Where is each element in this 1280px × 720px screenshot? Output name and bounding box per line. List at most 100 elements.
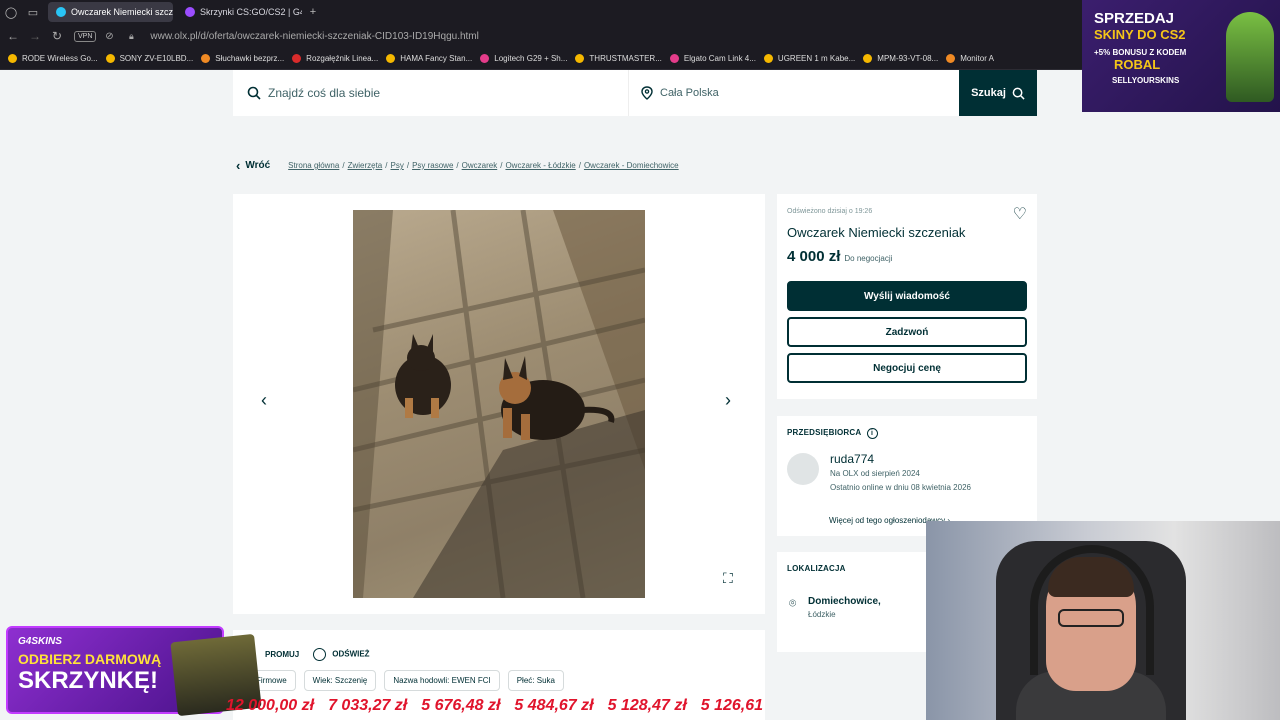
call-button[interactable]: Zadzwoń — [787, 317, 1027, 347]
bookmark-favicon-icon — [575, 54, 585, 63]
send-message-button[interactable]: Wyślij wiadomość — [787, 281, 1027, 311]
url-field[interactable]: www.olx.pl/d/oferta/owczarek-niemiecki-s… — [150, 31, 478, 42]
bookmark-item[interactable]: MPM-93-VT-08... — [863, 54, 938, 63]
refresh-icon — [313, 648, 327, 661]
puppy-left — [395, 334, 451, 418]
bookmark-item[interactable]: HAMA Fancy Stan... — [386, 54, 472, 63]
tab-label: Skrzynki CS:GO/CS2 | G4 — [200, 7, 302, 17]
bookmark-favicon-icon — [386, 54, 396, 63]
breadcrumb-item[interactable]: Strona główna — [288, 161, 339, 170]
bookmark-item[interactable]: SONY ZV-E10LBD... — [105, 54, 193, 63]
param-tag: Wiek: Szczenię — [303, 670, 377, 691]
ticker-item: 5 126,61 — [700, 697, 764, 714]
headset-icon — [1030, 545, 1154, 675]
breadcrumb-item[interactable]: Owczarek - Łódzkie — [505, 161, 575, 170]
tab-g4skins[interactable]: Skrzynki CS:GO/CS2 | G4 — [177, 2, 302, 22]
promo-actions: PROMUJ ODŚWIEŻ — [265, 648, 370, 661]
sidebar-toggle-icon[interactable]: ▭ — [22, 2, 44, 22]
bookmark-favicon-icon — [946, 54, 956, 63]
search-icon — [247, 86, 261, 100]
negotiate-price-button[interactable]: Negocjuj cenę — [787, 353, 1027, 383]
vpn-badge[interactable]: VPN — [74, 30, 97, 42]
new-tab-button[interactable]: + — [302, 2, 324, 22]
g4skins-ad-overlay: G4SKINS ODBIERZ DARMOWĄ SKRZYNKĘ! — [6, 626, 262, 717]
location-region: Łódzkie — [808, 610, 836, 619]
ticker-item: 7 033,27 zł — [328, 697, 408, 714]
location-city: Domiechowice, — [808, 596, 881, 607]
bookmark-favicon-icon — [8, 54, 17, 63]
search-input[interactable]: Znajdź coś dla siebie — [233, 70, 629, 116]
bookmark-item[interactable]: UGREEN 1 m Kabe... — [763, 54, 855, 63]
ticker-item: 5 676,48 zł — [421, 697, 501, 714]
bookmark-favicon-icon — [763, 54, 773, 63]
breadcrumb-item[interactable]: Psy — [390, 161, 403, 170]
back-icon[interactable]: ← — [4, 29, 22, 43]
g4skins-favicon-icon — [185, 7, 195, 17]
lock-icon: 🔒︎ — [129, 30, 134, 41]
browser-logo-icon[interactable]: ◯ — [0, 2, 22, 22]
ticker-item: 5 484,67 zł — [514, 697, 594, 714]
puppies-photo — [353, 210, 645, 598]
refreshed-timestamp: Odświeżono dzisiaj o 19:26 — [787, 208, 873, 215]
search-icon — [1012, 87, 1025, 100]
param-tag: Płeć: Suka — [507, 670, 564, 691]
bookmark-item[interactable]: Monitor A — [946, 54, 994, 63]
breadcrumb-item[interactable]: Owczarek — [462, 161, 498, 170]
chevron-left-icon: ‹ — [236, 158, 241, 173]
bookmark-favicon-icon — [292, 54, 302, 63]
promote-button[interactable]: PROMUJ — [265, 650, 299, 659]
breadcrumb: ‹ Wróć Strona główna / Zwierzęta / Psy / Ps… — [236, 158, 679, 173]
bookmark-favicon-icon — [105, 54, 115, 63]
bookmark-item[interactable]: RODE Wireless Go... — [8, 54, 98, 63]
bookmark-favicon-icon — [480, 54, 490, 63]
favorite-heart-icon[interactable]: ♡ — [1013, 204, 1027, 224]
listing-price: 4 000 zł Do negocjacji — [787, 248, 1027, 265]
gallery-next-button[interactable]: › — [725, 390, 731, 411]
breadcrumb-item[interactable]: Psy rasowe — [412, 161, 453, 170]
fullscreen-icon[interactable]: ⛶ — [723, 570, 733, 587]
bookmark-item[interactable]: Słuchawki bezprz... — [201, 54, 284, 63]
olx-favicon-icon — [56, 7, 66, 17]
photo-gallery: ‹ › ⛶ — [233, 194, 765, 614]
bookmark-item[interactable]: Rozgałęźnik Linea... — [292, 54, 378, 63]
refresh-button[interactable]: ODŚWIEŻ — [313, 648, 370, 661]
search-bar: Znajdź coś dla siebie Cała Polska Szukaj — [233, 70, 1037, 116]
breadcrumb-item[interactable]: Owczarek - Domiechowice — [584, 161, 679, 170]
negotiable-label: Do negocjacji — [844, 254, 893, 263]
listing-photo[interactable] — [353, 210, 645, 598]
seller-last-online: Ostatnio online w dniu 08 kwietnia 2026 — [830, 483, 971, 492]
location-pin-icon: ⌾ — [789, 596, 797, 610]
avatar — [787, 453, 819, 485]
listing-title: Owczarek Niemiecki szczeniak — [787, 225, 966, 240]
seller-type-heading: PRZEDSIĘBIORCA i — [787, 428, 1027, 439]
location-input[interactable]: Cała Polska — [629, 70, 959, 116]
bookmark-item[interactable]: Logitech G29 + Sh... — [480, 54, 567, 63]
price-ticker-overlay: 12 000,00 zł 7 033,27 zł 5 676,48 zł 5 4… — [226, 692, 926, 720]
price-value: 4 000 zł — [787, 248, 841, 265]
reload-icon[interactable]: ↻ — [48, 29, 66, 43]
sellyourskins-ad-overlay: SPRZEDAJ SKINY DO CS2 +5% BONUSU Z KODEM… — [1082, 0, 1280, 112]
breadcrumb-item[interactable]: Zwierzęta — [348, 161, 383, 170]
info-icon[interactable]: i — [866, 428, 878, 439]
tab-olx[interactable]: Owczarek Niemiecki szcz — [48, 2, 173, 22]
tracking-shield-icon[interactable]: ⊘ — [100, 31, 118, 42]
param-tags: Firmowe Wiek: Szczenię Nazwa hodowli: EW… — [247, 670, 564, 691]
mascot-figure-icon — [1226, 12, 1274, 102]
ticker-item: 12 000,00 zł — [226, 697, 315, 714]
forward-icon[interactable]: → — [26, 29, 44, 43]
bookmark-favicon-icon — [863, 54, 873, 63]
bookmark-item[interactable]: THRUSTMASTER... — [575, 54, 662, 63]
seller-since: Na OLX od sierpień 2024 — [830, 469, 920, 478]
gallery-prev-button[interactable]: ‹ — [261, 390, 267, 411]
bookmark-item[interactable]: Elgato Cam Link 4... — [669, 54, 756, 63]
tab-label: Owczarek Niemiecki szcz — [71, 7, 173, 17]
seller-name[interactable]: ruda774 — [830, 452, 874, 466]
back-link[interactable]: ‹ Wróć — [236, 158, 270, 173]
seller-card: PRZEDSIĘBIORCA i ruda774 Na OLX od sierp… — [777, 416, 1037, 536]
location-pin-icon — [641, 86, 653, 100]
ticker-item: 5 128,47 zł — [607, 697, 687, 714]
listing-info-card: Odświeżono dzisiaj o 19:26 ♡ Owczarek Ni… — [777, 194, 1037, 399]
bookmark-favicon-icon — [201, 54, 211, 63]
search-button[interactable]: Szukaj — [959, 70, 1037, 116]
bookmark-favicon-icon — [669, 54, 679, 63]
